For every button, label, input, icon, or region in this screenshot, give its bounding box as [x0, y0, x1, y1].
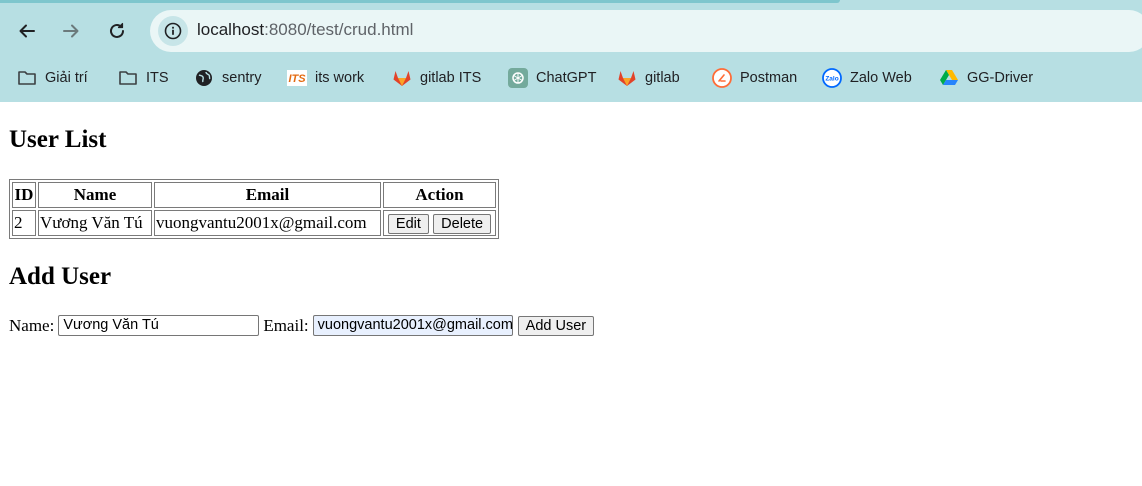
bookmark-label: sentry — [222, 70, 262, 86]
gitlab-icon — [617, 68, 637, 88]
bookmark-giai-tri[interactable]: Giải trí — [17, 63, 88, 93]
column-header-email: Email — [154, 182, 381, 208]
chatgpt-icon — [508, 68, 528, 88]
page-content: User List ID Name Email Action 2 Vương V… — [0, 102, 1142, 486]
bookmark-gg-driver[interactable]: GG-Driver — [939, 63, 1033, 93]
add-user-button[interactable]: Add User — [517, 315, 595, 336]
address-bar[interactable]: localhost:8080/test/crud.html — [150, 10, 1142, 52]
bookmark-sentry[interactable]: sentry — [194, 63, 262, 93]
bookmark-label: GG-Driver — [967, 70, 1034, 86]
cell-id: 2 — [12, 210, 36, 236]
postman-icon — [712, 68, 732, 88]
svg-text:ITS: ITS — [288, 73, 306, 85]
bookmark-label: its work — [315, 70, 365, 86]
bookmark-label: gitlab ITS — [420, 70, 482, 86]
bookmark-chatgpt[interactable]: ChatGPT — [508, 63, 596, 93]
reload-icon — [110, 22, 124, 38]
name-input[interactable]: Vương Văn Tú — [58, 315, 260, 336]
globe-icon — [194, 68, 214, 88]
user-table: ID Name Email Action 2 Vương Văn Tú vuon… — [9, 179, 499, 239]
cell-action: Edit Delete — [383, 210, 496, 236]
bookmark-label: Zalo Web — [850, 70, 912, 86]
bookmark-its-work[interactable]: ITS its work — [287, 63, 364, 93]
arrow-left-icon — [19, 24, 35, 38]
its-logo-icon: ITS — [287, 68, 307, 88]
add-user-form: Name: Vương Văn Tú Email: vuongvantu2001… — [9, 315, 595, 336]
browser-chrome: localhost:8080/test/crud.html Giải trí I… — [0, 0, 1142, 102]
active-tab-edge — [0, 0, 840, 3]
svg-text:Zalo: Zalo — [825, 76, 838, 83]
url-text[interactable]: localhost:8080/test/crud.html — [197, 20, 413, 40]
bookmark-its-folder[interactable]: ITS — [118, 63, 169, 93]
column-header-id: ID — [12, 182, 36, 208]
table-header-row: ID Name Email Action — [12, 182, 496, 208]
table-row: 2 Vương Văn Tú vuongvantu2001x@gmail.com… — [12, 210, 496, 236]
folder-icon — [118, 68, 138, 88]
email-input[interactable]: vuongvantu2001x@gmail.com — [312, 315, 513, 336]
url-host: localhost — [197, 20, 265, 39]
reload-button[interactable] — [103, 17, 131, 45]
delete-button[interactable]: Delete — [433, 213, 492, 234]
arrow-right-icon — [63, 24, 79, 38]
user-list-heading: User List — [9, 126, 107, 153]
google-drive-icon — [939, 68, 959, 88]
gitlab-icon — [392, 68, 412, 88]
zalo-icon: Zalo — [822, 68, 842, 88]
email-label: Email: — [263, 315, 309, 335]
bookmark-label: gitlab — [645, 70, 680, 86]
forward-button[interactable] — [57, 17, 85, 45]
column-header-name: Name — [38, 182, 152, 208]
bookmark-postman[interactable]: Postman — [712, 63, 797, 93]
bookmark-label: ITS — [146, 70, 169, 86]
column-header-action: Action — [383, 182, 496, 208]
bookmark-label: Postman — [740, 70, 798, 86]
cell-name: Vương Văn Tú — [38, 210, 152, 236]
add-user-heading: Add User — [9, 263, 112, 290]
back-button[interactable] — [13, 17, 41, 45]
cell-email: vuongvantu2001x@gmail.com — [154, 210, 381, 236]
bookmark-gitlab[interactable]: gitlab — [617, 63, 680, 93]
folder-icon — [17, 68, 37, 88]
name-label: Name: — [9, 315, 55, 335]
bookmark-label: Giải trí — [45, 70, 88, 86]
url-path: :8080/test/crud.html — [264, 20, 414, 39]
bookmark-gitlab-its[interactable]: gitlab ITS — [392, 63, 481, 93]
bookmark-zalo-web[interactable]: Zalo Zalo Web — [822, 63, 912, 93]
edit-button[interactable]: Edit — [387, 213, 429, 234]
bookmark-label: ChatGPT — [536, 70, 597, 86]
bookmarks-bar: Giải trí ITS sentry ITS its work gitlab … — [0, 63, 1142, 93]
site-info-icon[interactable] — [158, 16, 188, 46]
